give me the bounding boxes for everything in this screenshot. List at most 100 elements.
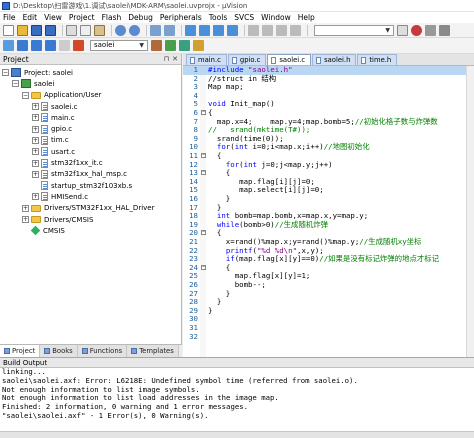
code-line[interactable]: 32 bbox=[183, 332, 474, 342]
expand-icon[interactable]: + bbox=[32, 103, 39, 111]
code-line[interactable]: 28 } bbox=[183, 297, 474, 307]
cut-icon[interactable] bbox=[66, 24, 77, 36]
tree-group-hal-driver[interactable]: + Drivers/STM32F1xx_HAL_Driver bbox=[0, 203, 181, 214]
expand-icon[interactable]: + bbox=[32, 125, 39, 133]
tree-file[interactable]: + stm32f1xx_hal_msp.c bbox=[0, 169, 181, 180]
menu-file[interactable]: File bbox=[3, 13, 16, 22]
bookmark-next-icon[interactable] bbox=[213, 24, 224, 36]
build-icon[interactable] bbox=[17, 40, 28, 51]
tree-file[interactable]: + tim.c bbox=[0, 135, 181, 146]
editor-tab-saolei-h[interactable]: saolei.h bbox=[312, 54, 357, 65]
settings-icon[interactable] bbox=[425, 24, 436, 36]
menu-flash[interactable]: Flash bbox=[102, 13, 122, 22]
collapse-icon[interactable]: − bbox=[22, 91, 29, 99]
code-line[interactable]: 3 Map map; bbox=[183, 82, 474, 92]
expand-icon[interactable]: + bbox=[22, 204, 29, 212]
uncomment-icon[interactable] bbox=[290, 24, 301, 36]
tab-functions[interactable]: Functions bbox=[77, 345, 128, 357]
menu-window[interactable]: Window bbox=[261, 13, 291, 22]
tree-group-cmsis[interactable]: + Drivers/CMSIS bbox=[0, 214, 181, 225]
code-line[interactable]: 27 } bbox=[183, 289, 474, 299]
target-options-icon[interactable] bbox=[151, 40, 162, 51]
fold-toggle-icon[interactable]: − bbox=[201, 264, 206, 270]
undo-icon[interactable] bbox=[115, 24, 126, 36]
download-icon[interactable] bbox=[73, 40, 84, 51]
editor-tab-gpio-c[interactable]: gpio.c bbox=[227, 54, 267, 65]
expand-icon[interactable]: + bbox=[32, 159, 39, 167]
expand-icon[interactable]: + bbox=[22, 216, 29, 223]
code-line[interactable]: 16 } bbox=[183, 194, 474, 204]
stop-build-icon[interactable] bbox=[59, 40, 70, 51]
fold-toggle-icon[interactable]: − bbox=[201, 153, 206, 158]
save-all-icon[interactable] bbox=[45, 24, 56, 36]
expand-icon[interactable]: + bbox=[32, 114, 39, 122]
menu-help[interactable]: Help bbox=[298, 13, 315, 22]
target-select[interactable]: saolei ▼ bbox=[90, 40, 148, 51]
nav-back-icon[interactable] bbox=[150, 24, 161, 36]
code-line[interactable]: 19 while(bomb>0)//生成随机炸弹 bbox=[183, 220, 474, 230]
bookmark-icon[interactable] bbox=[185, 24, 196, 36]
tree-component-cmsis[interactable]: CMSIS bbox=[0, 225, 181, 236]
editor-vertical-scrollbar[interactable] bbox=[466, 66, 474, 357]
indent-icon[interactable] bbox=[248, 24, 259, 36]
code-line[interactable]: 5 void Init_map() bbox=[183, 100, 474, 109]
tree-target[interactable]: − saolei bbox=[0, 78, 181, 89]
menu-debug[interactable]: Debug bbox=[128, 13, 153, 22]
tree-file[interactable]: + usart.c bbox=[0, 146, 181, 157]
close-icon[interactable]: ✕ bbox=[172, 55, 178, 63]
new-file-icon[interactable] bbox=[3, 24, 14, 36]
tree-file[interactable]: + gpio.c bbox=[0, 123, 181, 134]
copy-icon[interactable] bbox=[80, 24, 91, 36]
editor-tab-saolei-c[interactable]: saolei.c bbox=[267, 54, 312, 65]
batch-build-icon[interactable] bbox=[45, 40, 56, 51]
compile-icon[interactable] bbox=[3, 40, 14, 51]
bookmark-prev-icon[interactable] bbox=[199, 24, 210, 36]
tree-group-application-user[interactable]: − Application/User bbox=[0, 90, 181, 101]
code-line[interactable]: 31 bbox=[183, 323, 474, 333]
file-extensions-icon[interactable] bbox=[165, 40, 176, 51]
tree-file[interactable]: + saolei.c bbox=[0, 101, 181, 112]
tree-project-root[interactable]: − Project: saolei bbox=[0, 67, 181, 78]
tree-file[interactable]: + stm32f1xx_it.c bbox=[0, 157, 181, 168]
editor-tab-time-h[interactable]: time.h bbox=[357, 54, 398, 65]
fold-toggle-icon[interactable]: − bbox=[201, 230, 206, 236]
expand-icon[interactable]: + bbox=[32, 193, 39, 201]
menu-svcs[interactable]: SVCS bbox=[234, 13, 254, 22]
nav-forward-icon[interactable] bbox=[164, 24, 175, 36]
menu-peripherals[interactable]: Peripherals bbox=[160, 13, 202, 22]
find-icon[interactable] bbox=[397, 24, 408, 36]
tree-file[interactable]: + HMISend.c bbox=[0, 191, 181, 202]
menu-project[interactable]: Project bbox=[69, 13, 95, 22]
comment-icon[interactable] bbox=[276, 24, 287, 36]
expand-icon[interactable]: + bbox=[32, 136, 39, 144]
find-combo[interactable]: ▼ bbox=[314, 24, 394, 36]
menu-tools[interactable]: Tools bbox=[209, 13, 227, 22]
config-icon[interactable] bbox=[439, 24, 450, 36]
debug-session-icon[interactable] bbox=[411, 24, 422, 36]
rebuild-icon[interactable] bbox=[31, 40, 42, 51]
pack-installer-icon[interactable] bbox=[193, 40, 204, 51]
menu-edit[interactable]: Edit bbox=[23, 13, 38, 22]
tab-books[interactable]: Books bbox=[40, 345, 78, 357]
bookmark-clear-icon[interactable] bbox=[227, 24, 238, 36]
fold-toggle-icon[interactable]: − bbox=[201, 170, 206, 176]
tree-file[interactable]: startup_stm32f103xb.s bbox=[0, 180, 181, 191]
collapse-icon[interactable]: − bbox=[2, 69, 9, 77]
unindent-icon[interactable] bbox=[262, 24, 273, 36]
build-output-scrollbar[interactable] bbox=[0, 431, 474, 438]
collapse-icon[interactable]: − bbox=[12, 80, 19, 88]
manage-components-icon[interactable] bbox=[179, 40, 190, 51]
open-folder-icon[interactable] bbox=[17, 24, 28, 36]
editor-tab-main-c[interactable]: main.c bbox=[186, 54, 227, 65]
redo-icon[interactable] bbox=[129, 24, 140, 36]
code-line[interactable]: 10 for(int i=0;i<map.x;i++)//地图初始化 bbox=[183, 143, 474, 152]
pin-icon[interactable]: ⊓ bbox=[164, 55, 169, 63]
tab-templates[interactable]: Templates bbox=[127, 345, 179, 357]
paste-icon[interactable] bbox=[94, 24, 105, 36]
save-icon[interactable] bbox=[31, 24, 42, 36]
menu-view[interactable]: View bbox=[44, 13, 62, 22]
tree-file[interactable]: + main.c bbox=[0, 112, 181, 123]
code-line[interactable]: 29} bbox=[183, 306, 474, 316]
code-area[interactable]: 1 #include "saolei.h" 2//struct in 结构 3 Map … bbox=[183, 66, 474, 357]
tab-project[interactable]: Project bbox=[0, 345, 41, 357]
